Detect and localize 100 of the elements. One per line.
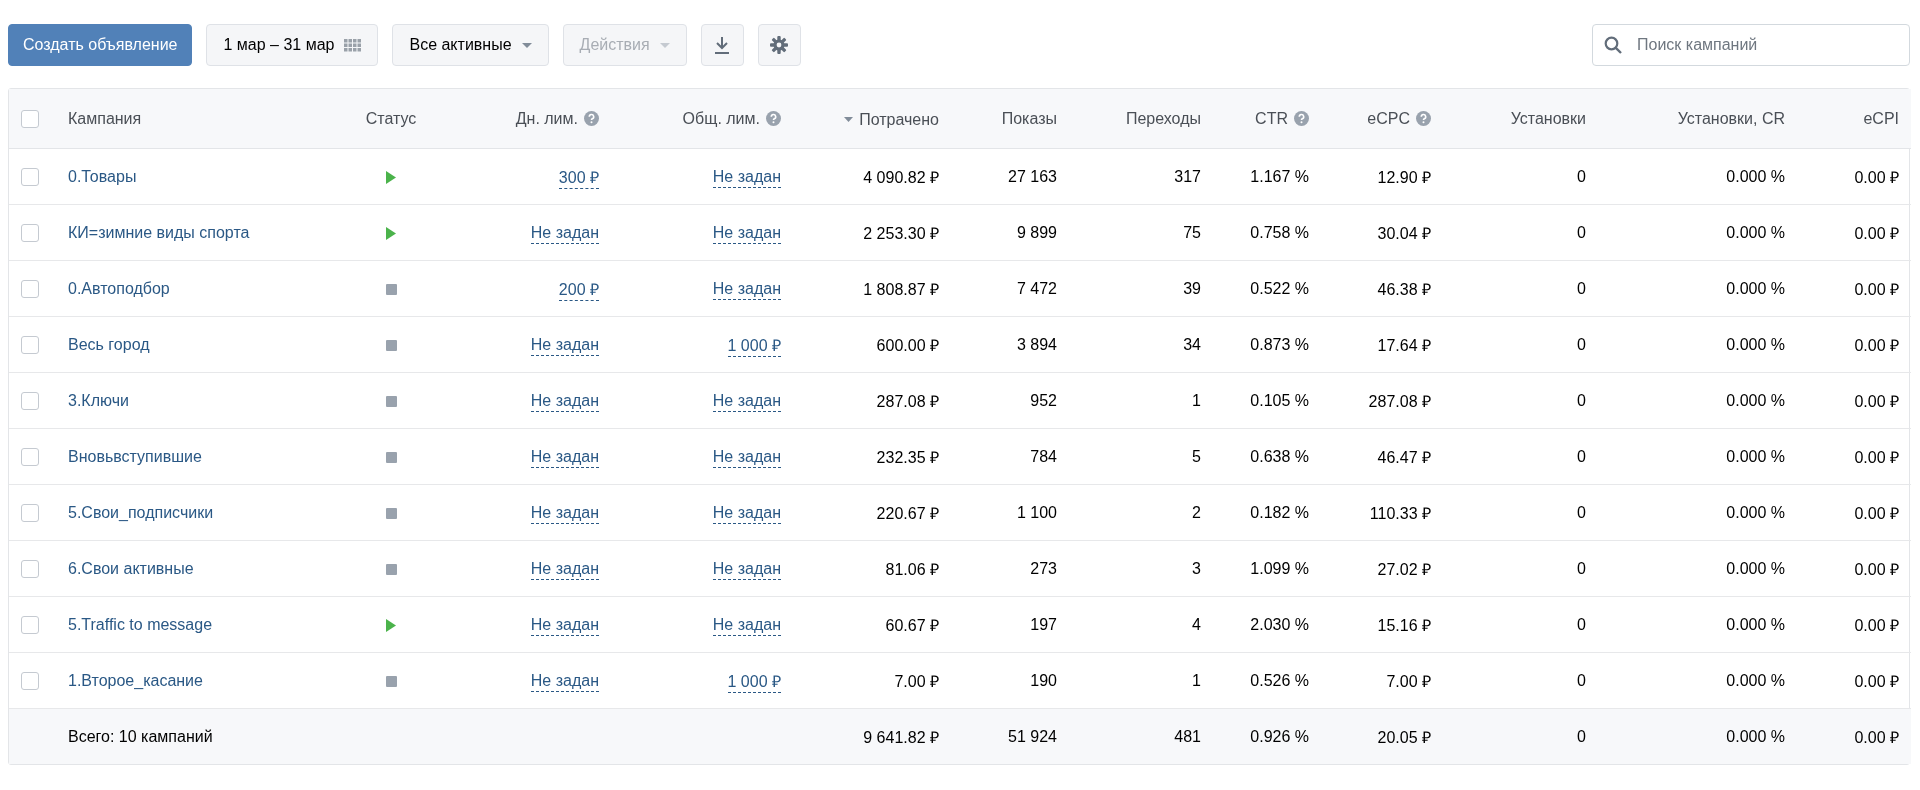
caret-icon <box>659 42 670 48</box>
campaign-link[interactable]: 1.Второе_касание <box>68 671 203 689</box>
row-checkbox[interactable] <box>21 559 39 578</box>
limit-link[interactable]: Не задан <box>712 503 781 524</box>
table-cell: 0.105 % <box>1213 372 1321 429</box>
table-cell: 0 <box>1443 428 1598 485</box>
limit-link[interactable]: Не задан <box>530 559 599 580</box>
column-header[interactable]: Кампания <box>68 109 142 127</box>
column-header[interactable]: Статус <box>365 109 417 127</box>
row-checkbox[interactable] <box>21 615 39 634</box>
column-header[interactable]: Установки <box>1510 109 1586 127</box>
table-cell: 0 <box>1443 540 1598 597</box>
limit-link[interactable]: Не задан <box>530 391 599 412</box>
table-cell: 0.000 % <box>1598 316 1797 373</box>
limit-link[interactable]: Не задан <box>530 223 599 244</box>
table-cell: 34 <box>1069 316 1213 373</box>
campaign-link[interactable]: КИ=зимние виды спорта <box>68 223 250 241</box>
table-cell: 0 <box>1443 260 1598 317</box>
limit-link[interactable]: Не задан <box>530 447 599 468</box>
table-cell: 2 253.30 ₽ <box>793 204 951 261</box>
column-header[interactable]: Общ. лим. <box>682 109 760 128</box>
total-cell: 0.00 ₽ <box>1797 708 1911 764</box>
limit-link[interactable]: Не задан <box>712 223 781 244</box>
table-cell: 0.758 % <box>1213 204 1321 261</box>
table-cell: 190 <box>951 652 1069 709</box>
create-ad-button[interactable]: Создать объявление <box>8 24 193 66</box>
campaign-link[interactable]: Весь город <box>68 335 150 353</box>
limit-link[interactable]: Не задан <box>712 391 781 412</box>
table-cell: 7 472 <box>951 260 1069 317</box>
download-icon <box>714 36 731 54</box>
table-cell: 110.33 ₽ <box>1321 484 1443 541</box>
campaign-link[interactable]: 3.Ключи <box>68 391 129 409</box>
table-cell: 0.182 % <box>1213 484 1321 541</box>
limit-link[interactable]: 1 000 ₽ <box>727 336 781 357</box>
row-checkbox[interactable] <box>21 671 39 690</box>
limit-link[interactable]: 300 ₽ <box>558 168 599 189</box>
limit-link[interactable]: Не задан <box>712 279 781 300</box>
table-cell: 9 899 <box>951 204 1069 261</box>
row-checkbox[interactable] <box>21 447 39 466</box>
limit-link[interactable]: 200 ₽ <box>558 280 599 301</box>
table-cell: 27 163 <box>951 148 1069 205</box>
table-cell: 784 <box>951 428 1069 485</box>
table-cell: 0.00 ₽ <box>1797 596 1911 653</box>
column-header[interactable]: Переходы <box>1125 109 1201 127</box>
column-header[interactable]: Установки, CR <box>1677 109 1785 127</box>
table-cell: 287.08 ₽ <box>793 372 951 429</box>
date-range-button[interactable]: 1 мар – 31 мар <box>206 24 379 66</box>
table-cell: 0.00 ₽ <box>1797 260 1911 317</box>
column-header[interactable]: Потрачено <box>859 110 939 129</box>
column-header[interactable]: eCPI <box>1863 109 1899 127</box>
campaign-link[interactable]: 0.Товары <box>68 167 137 185</box>
limit-link[interactable]: 1 000 ₽ <box>727 672 781 693</box>
table-cell: 3 <box>1069 540 1213 597</box>
table-cell: 7.00 ₽ <box>793 652 951 709</box>
limit-link[interactable]: Не задан <box>712 615 781 636</box>
limit-link[interactable]: Не задан <box>530 335 599 356</box>
column-header[interactable]: Показы <box>1001 109 1057 127</box>
settings-button[interactable] <box>757 24 801 66</box>
row-checkbox[interactable] <box>21 223 39 242</box>
column-header[interactable]: eCPC <box>1367 109 1410 128</box>
download-button[interactable] <box>700 24 744 66</box>
table-cell: 0 <box>1443 596 1598 653</box>
limit-link[interactable]: Не задан <box>530 615 599 636</box>
row-checkbox[interactable] <box>21 391 39 410</box>
table-cell: 27.02 ₽ <box>1321 540 1443 597</box>
table-cell: 7.00 ₽ <box>1321 652 1443 709</box>
row-checkbox[interactable] <box>21 279 39 298</box>
campaign-link[interactable]: 6.Свои активные <box>68 559 194 577</box>
table-cell: 273 <box>951 540 1069 597</box>
search-field[interactable]: Поиск кампаний <box>1592 24 1910 66</box>
total-label: Всего: 10 кампаний <box>56 708 331 764</box>
row-checkbox[interactable] <box>21 167 39 186</box>
column-header[interactable]: Дн. лим. <box>515 109 578 128</box>
column-header[interactable]: CTR <box>1255 109 1288 128</box>
campaign-link[interactable]: 5.Traffic to message <box>68 615 213 633</box>
table-cell: 0.522 % <box>1213 260 1321 317</box>
total-cell: 0.000 % <box>1598 708 1797 764</box>
select-all-checkbox[interactable] <box>21 109 39 128</box>
table-cell: 0.000 % <box>1598 652 1797 709</box>
campaign-link[interactable]: Вновьвступившие <box>68 447 202 465</box>
table-cell: 15.16 ₽ <box>1321 596 1443 653</box>
limit-link[interactable]: Не задан <box>530 671 599 692</box>
limit-link[interactable]: Не задан <box>712 167 781 188</box>
campaign-link[interactable]: 5.Свои_подписчики <box>68 503 214 521</box>
table-cell: 600.00 ₽ <box>793 316 951 373</box>
row-checkbox[interactable] <box>21 503 39 522</box>
table-cell: 1 100 <box>951 484 1069 541</box>
limit-link[interactable]: Не задан <box>530 503 599 524</box>
limit-link[interactable]: Не задан <box>712 447 781 468</box>
limit-link[interactable]: Не задан <box>712 559 781 580</box>
row-checkbox[interactable] <box>21 335 39 354</box>
table-cell: 75 <box>1069 204 1213 261</box>
campaign-link[interactable]: 0.Автоподбор <box>68 279 170 297</box>
total-cell: 481 <box>1069 708 1213 764</box>
table-cell: 0.000 % <box>1598 372 1797 429</box>
table-cell: 46.38 ₽ <box>1321 260 1443 317</box>
table-cell: 0 <box>1443 316 1598 373</box>
filter-dropdown[interactable]: Все активные <box>392 24 549 66</box>
table-cell: 0 <box>1443 484 1598 541</box>
table-cell: 5 <box>1069 428 1213 485</box>
